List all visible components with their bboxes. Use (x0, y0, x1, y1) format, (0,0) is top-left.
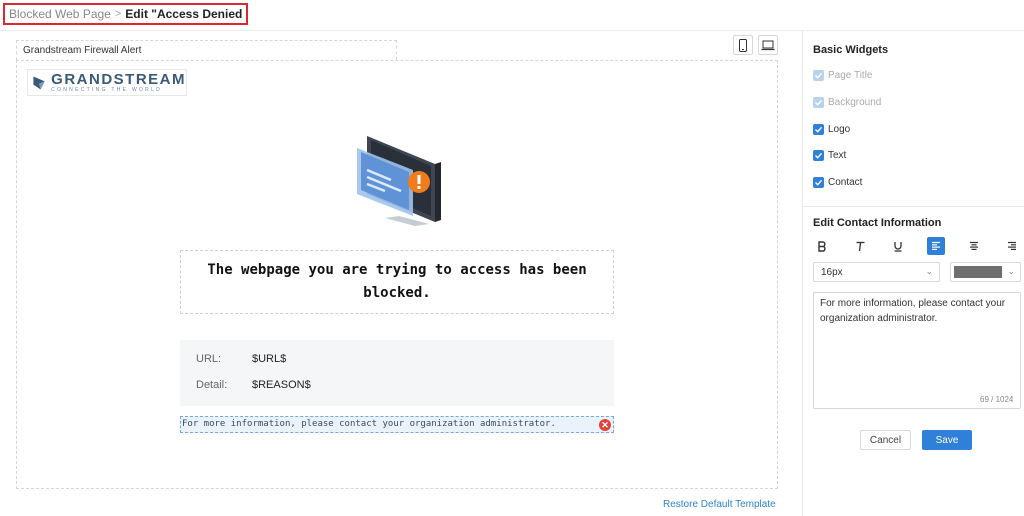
url-label: URL: (196, 353, 222, 365)
detail-label: Detail: (196, 379, 228, 391)
font-size-select[interactable]: 16px ⌄ (813, 262, 940, 282)
desktop-preview-button[interactable] (758, 35, 778, 55)
bold-button[interactable] (813, 237, 831, 255)
url-row: URL: $URL$ (196, 353, 286, 365)
widget-label: Contact (828, 177, 863, 188)
save-button[interactable]: Save (922, 430, 972, 450)
contact-text-input[interactable]: For more information, please contact you… (813, 292, 1021, 409)
contact-widget[interactable]: For more information, please contact you… (180, 416, 614, 433)
align-left-icon (932, 241, 940, 250)
checkbox-checked-icon (813, 97, 824, 108)
widget-label: Page Title (828, 70, 873, 81)
align-center-icon (970, 241, 978, 250)
mobile-preview-button[interactable] (733, 35, 753, 55)
underline-button[interactable] (889, 237, 907, 255)
remove-widget-icon[interactable]: ✕ (599, 419, 611, 431)
breadcrumb-parent-link[interactable]: Blocked Web Page (9, 7, 111, 21)
breadcrumb-current: Edit "Access Denied (125, 7, 243, 21)
headline-text-widget[interactable]: The webpage you are trying to access has… (180, 250, 614, 314)
cancel-button[interactable]: Cancel (860, 430, 911, 450)
logo-name: GRANDSTREAM (51, 71, 186, 88)
align-center-button[interactable] (965, 237, 983, 255)
blocked-computer-icon (357, 136, 441, 226)
breadcrumb: Blocked Web Page > Edit "Access Denied (3, 3, 249, 25)
header-divider (0, 30, 1024, 31)
logo-text: GRANDSTREAM CONNECTING THE WORLD (51, 72, 186, 93)
widget-checkbox-text[interactable]: Text (813, 150, 846, 161)
checkbox-checked-icon[interactable] (813, 150, 824, 161)
italic-button[interactable] (851, 237, 869, 255)
align-right-button[interactable] (1003, 237, 1021, 255)
widget-label: Background (828, 97, 882, 108)
restore-default-template-link[interactable]: Restore Default Template (663, 499, 776, 510)
detail-value: $REASON$ (252, 379, 311, 391)
italic-icon (856, 241, 864, 251)
widget-checkbox-page-title: Page Title (813, 70, 872, 81)
bold-icon (818, 240, 826, 252)
logo-widget[interactable]: GRANDSTREAM CONNECTING THE WORLD (27, 69, 187, 96)
text-color-select[interactable]: ⌄ (950, 262, 1021, 282)
laptop-icon (761, 40, 775, 50)
underline-icon (894, 241, 902, 252)
mobile-icon (739, 38, 747, 52)
font-size-value: 16px (821, 267, 843, 278)
character-count: 69 / 1024 (980, 395, 1014, 404)
widget-checkbox-background: Background (813, 97, 881, 108)
chevron-down-icon: ⌄ (925, 266, 933, 276)
block-info-panel: URL: $URL$ Detail: $REASON$ (180, 340, 614, 406)
checkbox-checked-icon[interactable] (813, 177, 824, 188)
edit-contact-title: Edit Contact Information (813, 217, 942, 229)
url-value: $URL$ (252, 353, 287, 365)
widget-label: Logo (828, 124, 851, 135)
widget-checkbox-logo[interactable]: Logo (813, 124, 850, 135)
checkbox-checked-icon[interactable] (813, 124, 824, 135)
grandstream-logo-icon (33, 76, 45, 89)
align-left-button[interactable] (927, 237, 945, 255)
chevron-down-icon: ⌄ (1007, 266, 1015, 276)
detail-row: Detail: $REASON$ (196, 379, 311, 391)
align-right-icon (1008, 241, 1016, 250)
widget-label: Text (828, 150, 847, 161)
logo-tagline: CONNECTING THE WORLD (51, 87, 163, 93)
page-title-widget[interactable]: Grandstream Firewall Alert (16, 40, 397, 60)
color-swatch (954, 266, 1002, 278)
sidebar-divider (802, 31, 803, 516)
basic-widgets-title: Basic Widgets (813, 44, 889, 56)
widget-checkbox-contact[interactable]: Contact (813, 177, 862, 188)
checkbox-checked-icon (813, 70, 824, 81)
sidebar-section-divider (803, 206, 1024, 207)
breadcrumb-separator: > (114, 8, 122, 20)
